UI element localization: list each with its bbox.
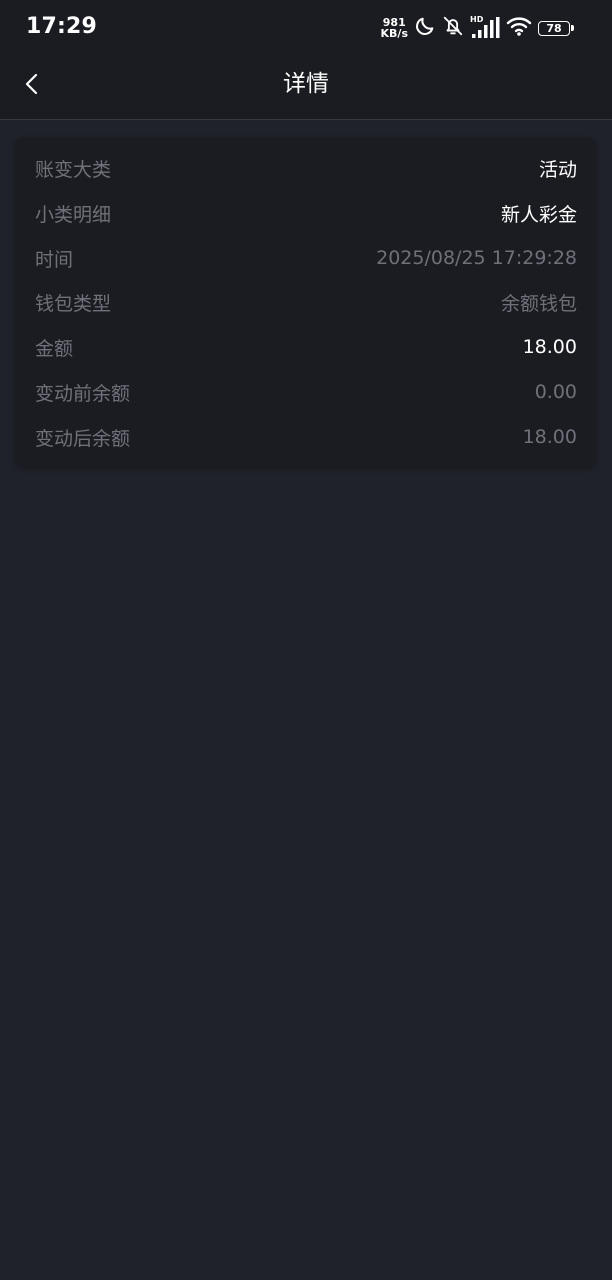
battery-level: 78 [538,20,570,36]
detail-row-wallet-type: 钱包类型 余额钱包 [35,287,577,317]
detail-row-balance-before: 变动前余额 0.00 [35,377,577,407]
row-label: 钱包类型 [35,292,112,315]
status-bar: 17:29 981 KB/s HD 78 [0,0,612,56]
row-value: 余额钱包 [500,292,577,315]
row-value: 18.00 [522,336,577,358]
navigation-bar: 详情 [0,56,612,120]
battery-tip [571,25,574,31]
detail-row-time: 时间 2025/08/25 17:29:28 [35,243,577,273]
wifi-icon [506,15,532,41]
detail-row-category: 账变大类 活动 [35,153,577,183]
row-label: 小类明细 [35,203,112,226]
row-value: 18.00 [522,426,577,448]
bell-off-icon [442,15,464,41]
network-speed-unit: KB/s [380,27,408,40]
row-label: 时间 [35,248,74,271]
row-label: 变动前余额 [35,382,131,405]
detail-row-balance-after: 变动后余额 18.00 [35,422,577,452]
detail-row-amount: 金额 18.00 [35,332,577,362]
page-title: 详情 [283,71,329,97]
row-label: 金额 [35,337,74,360]
row-label: 账变大类 [35,158,112,181]
status-time: 17:29 [26,14,98,39]
status-icons: 981 KB/s HD 78 [381,15,576,41]
detail-card: 账变大类 活动 小类明细 新人彩金 时间 2025/08/25 17:29:28… [15,137,596,467]
row-value: 活动 [538,158,577,181]
network-speed: 981 KB/s [381,17,408,39]
battery-icon: 78 [538,19,576,37]
row-label: 变动后余额 [35,427,131,450]
signal-icon: HD [470,15,500,40]
row-value: 0.00 [534,381,577,403]
moon-icon [414,15,436,41]
detail-row-subcategory: 小类明细 新人彩金 [35,198,577,228]
row-value: 新人彩金 [500,203,577,226]
row-value: 2025/08/25 17:29:28 [376,247,577,269]
